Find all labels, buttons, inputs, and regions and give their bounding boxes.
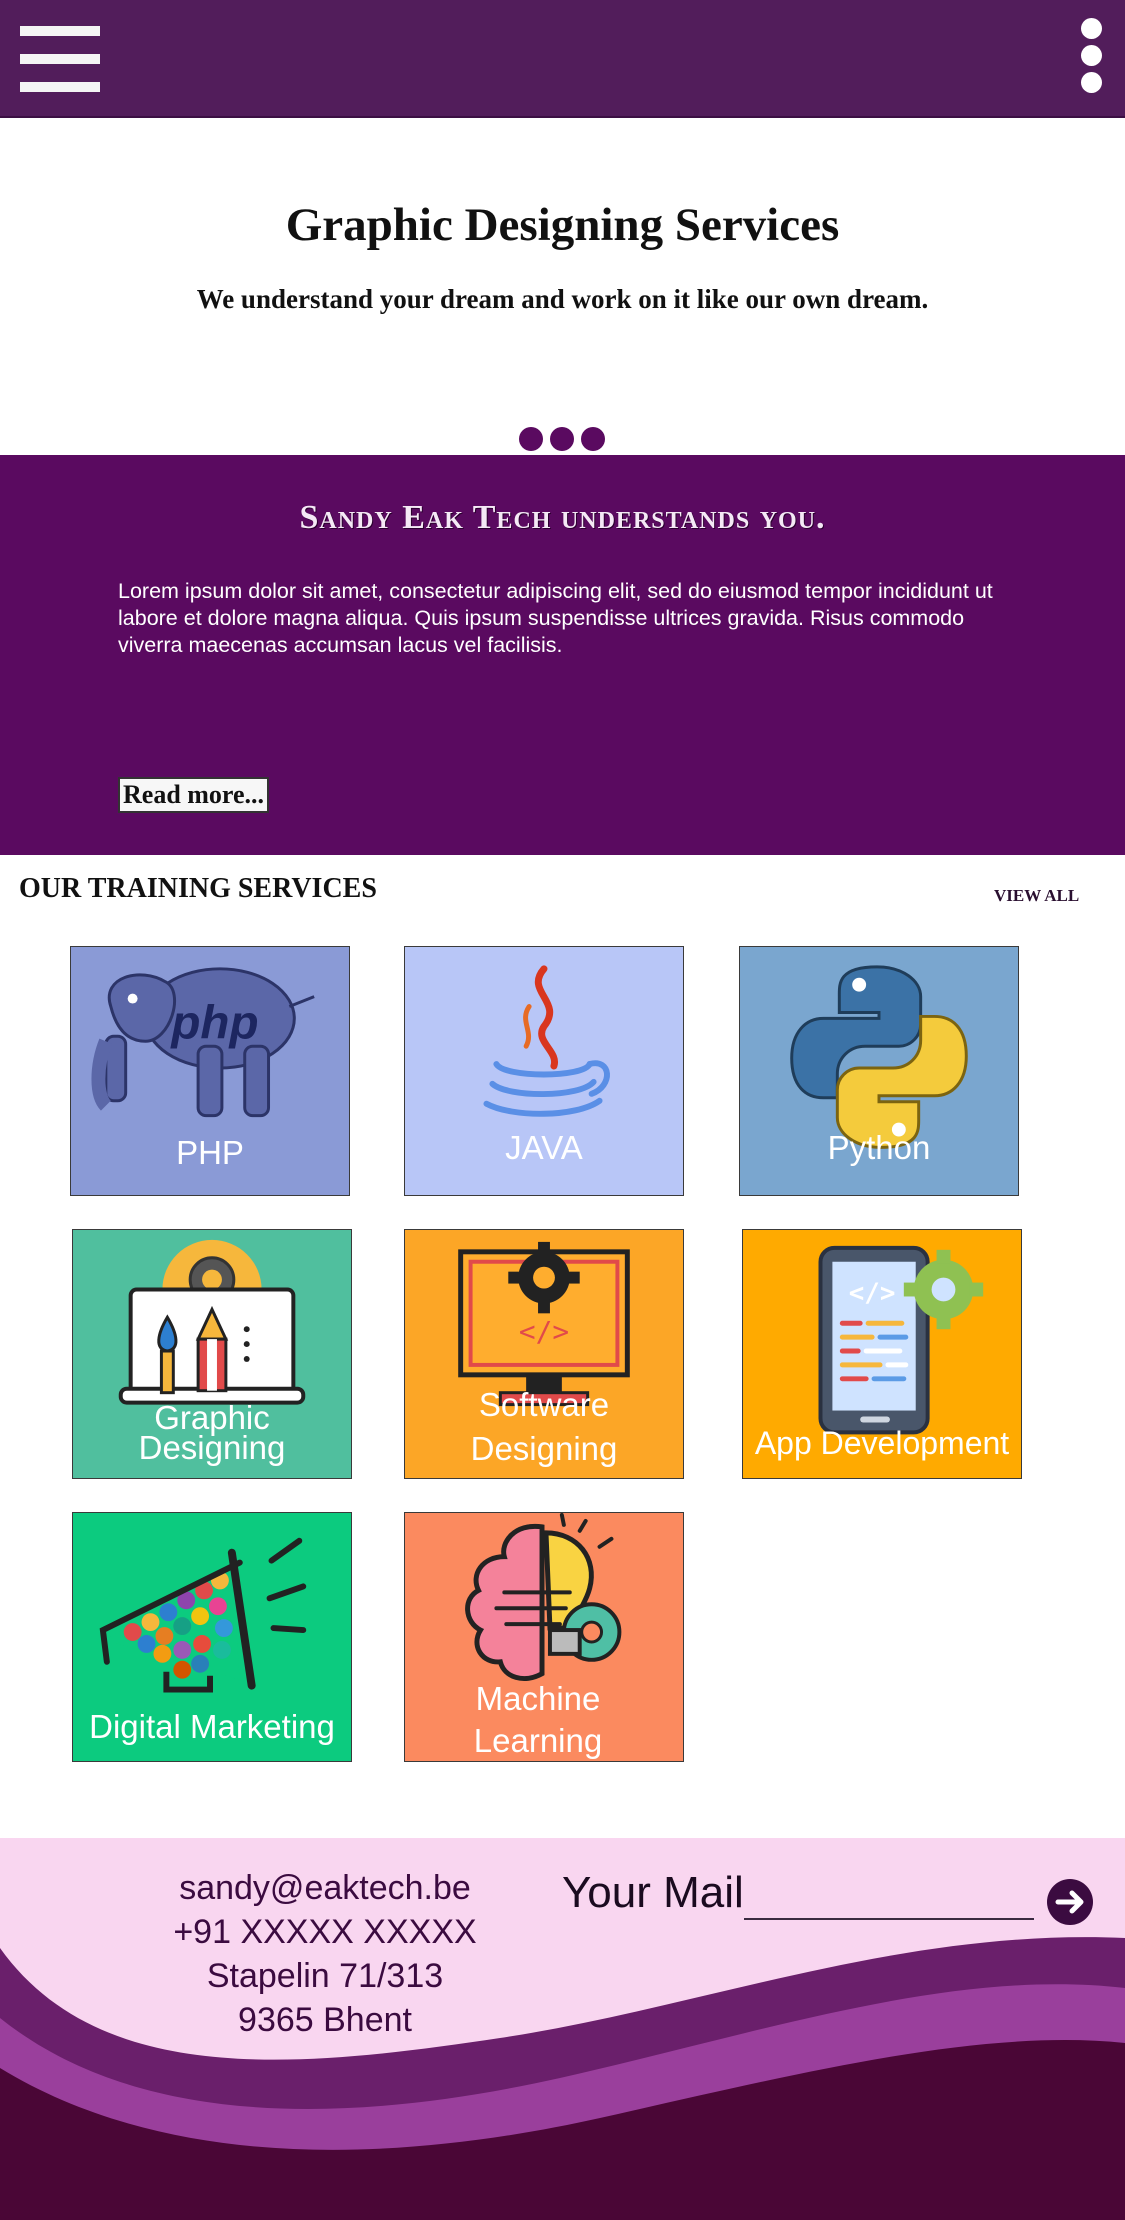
newsletter-form: Your Mail [560, 1868, 1038, 1922]
service-label: JAVA [505, 1129, 583, 1166]
service-label: Python [827, 1129, 931, 1166]
top-navbar [0, 0, 1125, 118]
service-tile-graphic-designing[interactable]: Graphic Designing [72, 1229, 352, 1479]
mail-label: Your Mail [562, 1868, 744, 1917]
service-tile-python[interactable]: Python [739, 946, 1019, 1196]
service-tile-java[interactable]: JAVA [404, 946, 684, 1196]
carousel-dot[interactable] [519, 427, 543, 451]
kebab-vertical-icon[interactable] [1078, 16, 1106, 96]
address-line-1: Stapelin 71/313 [206, 1957, 444, 1995]
svg-text:</>: </> [849, 1278, 896, 1308]
hamburger-menu-icon[interactable] [20, 26, 100, 92]
view-all-link[interactable]: VIEW ALL [994, 886, 1079, 906]
contact-email[interactable]: sandy@eaktech.be [120, 1866, 530, 1910]
service-tile-software-designing[interactable]: </> Software Designing [404, 1229, 684, 1479]
service-label: PHP [176, 1134, 244, 1171]
about-heading: Sandy Eak Tech understands you. [299, 499, 826, 536]
service-label: Software Designing [470, 1386, 618, 1467]
contact-info: sandy@eaktech.be +91 XXXXX XXXXX Stapeli… [120, 1866, 530, 2042]
address-line-2: 9365 Bhent [238, 2001, 412, 2039]
hero-subtitle: We understand your dream and work on it … [196, 284, 929, 314]
mail-input[interactable] [744, 1872, 1038, 1920]
service-tile-digital-marketing[interactable]: Digital Marketing [72, 1512, 352, 1762]
read-more-button[interactable]: Read more... [118, 777, 270, 813]
carousel-dot[interactable] [581, 427, 605, 451]
service-label: Graphic Designing [138, 1399, 286, 1466]
about-body: Lorem ipsum dolor sit amet, consectetur … [118, 579, 993, 657]
service-label: App Development [754, 1425, 1010, 1461]
contact-phone[interactable]: +91 XXXXX XXXXX [120, 1910, 530, 1954]
service-label: Machine Learning [473, 1680, 603, 1759]
hero-title: Graphic Designing Services [285, 199, 840, 251]
footer: sandy@eaktech.be +91 XXXXX XXXXX Stapeli… [0, 1838, 1125, 2220]
service-tile-machine-learning[interactable]: Machine Learning [404, 1512, 684, 1762]
services-title: OUR TRAINING SERVICES [19, 873, 377, 904]
carousel-dot[interactable] [550, 427, 574, 451]
service-tile-php[interactable]: php PHP [70, 946, 350, 1196]
arrow-right-circle-icon[interactable] [1046, 1878, 1094, 1926]
svg-text:php: php [169, 996, 258, 1049]
hero-banner: Graphic Designing Services We understand… [0, 118, 1125, 455]
service-label: Digital Marketing [89, 1708, 335, 1745]
svg-text:</>: </> [519, 1315, 569, 1348]
service-tile-app-development[interactable]: </> App Development [742, 1229, 1022, 1479]
about-section: Sandy Eak Tech understands you. Lorem ip… [0, 455, 1125, 855]
mail-input-underline [744, 1918, 1034, 1920]
carousel-indicators [519, 427, 612, 453]
